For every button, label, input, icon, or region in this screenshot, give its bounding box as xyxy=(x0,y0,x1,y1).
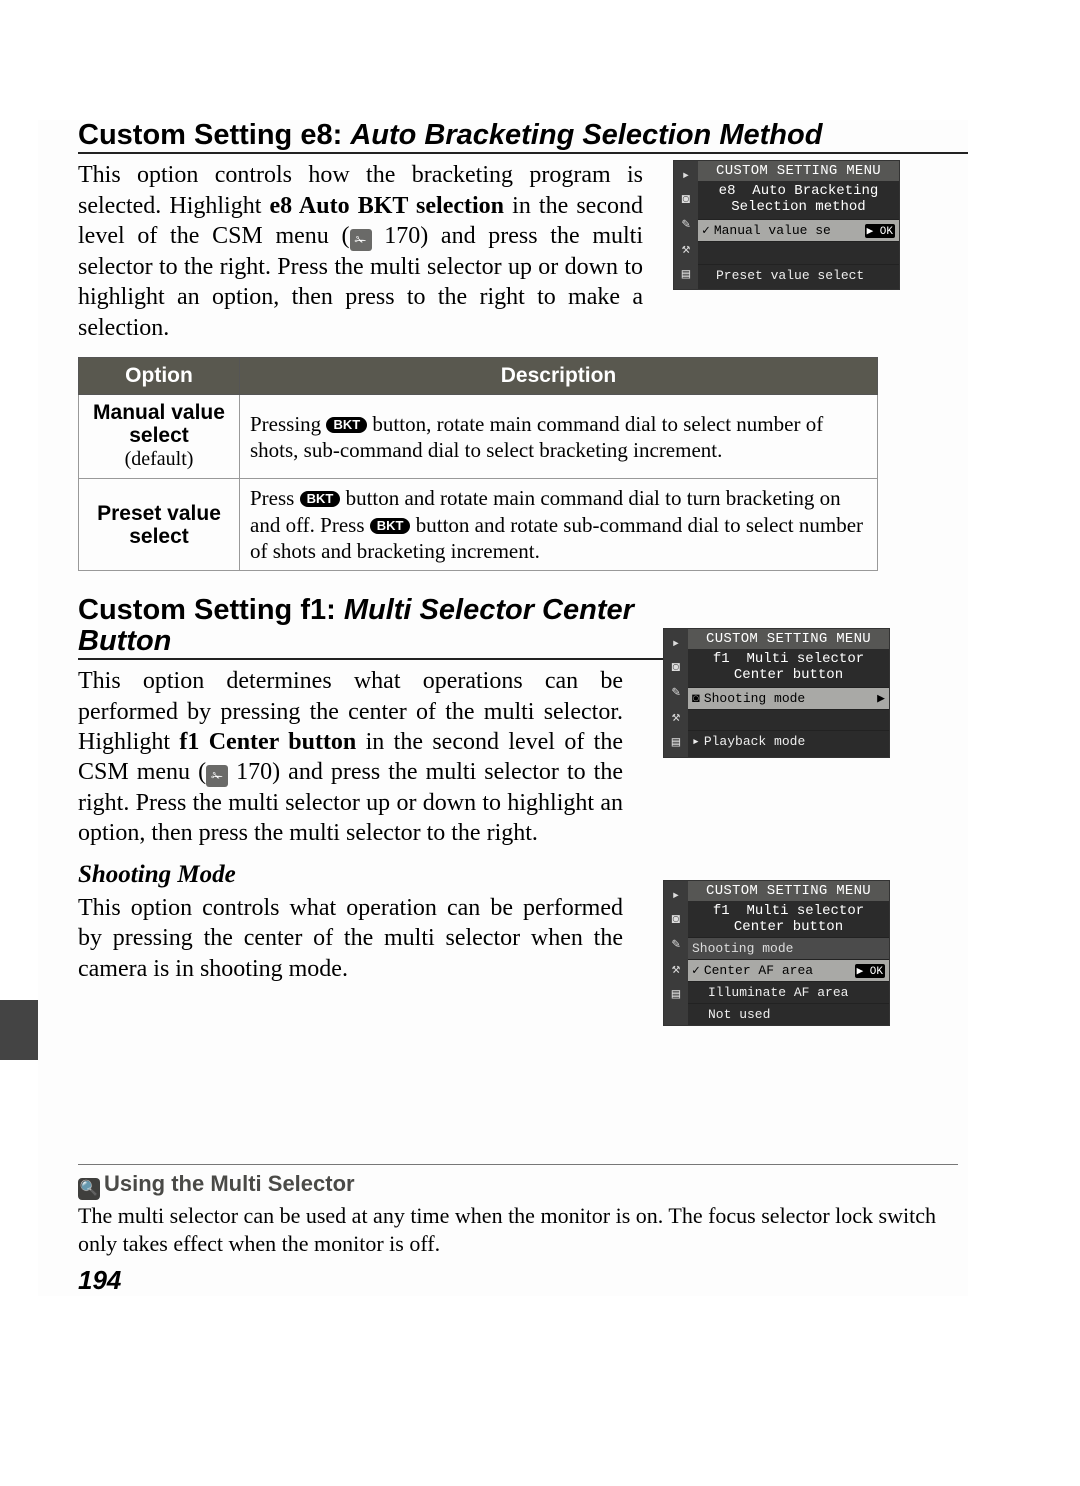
para-e8: This option controls how the bracketing … xyxy=(78,160,643,343)
tip-title-text: Using the Multi Selector xyxy=(104,1171,355,1196)
lcd-heading-num: f1 xyxy=(713,903,730,919)
side-color-block xyxy=(0,1000,38,1060)
pencil-icon: ✎ xyxy=(672,936,680,953)
para-f1-pageref: 170 xyxy=(236,759,272,785)
play-icon: ▸ xyxy=(672,887,680,904)
desc2-before: Press xyxy=(250,486,300,510)
lcd-row-selected: ◙ Shooting mode ▶ xyxy=(688,687,889,709)
pencil-icon: ✎ xyxy=(682,216,690,233)
page-ref-icon: ✁ xyxy=(206,765,228,787)
lcd-row1-text: Center AF area xyxy=(704,963,813,978)
camera-icon: ◙ xyxy=(672,660,680,676)
lcd-row2: Illuminate AF area xyxy=(688,981,889,1003)
lcd-row2: Preset value select xyxy=(698,264,899,286)
magnifier-icon: 🔍 xyxy=(78,1178,100,1200)
th-description: Description xyxy=(240,358,878,395)
heading-e8: Custom Setting e8: Auto Bracketing Selec… xyxy=(78,120,968,154)
lcd-heading-l1: Auto Bracketing xyxy=(752,183,878,199)
ok-badge: OK xyxy=(865,224,895,238)
lcd-row-spacer xyxy=(698,241,899,264)
ok-badge: OK xyxy=(855,964,885,978)
option-cell-1: Manual value select (default) xyxy=(79,395,240,479)
check-icon: ✓ xyxy=(692,963,700,978)
camera-icon: ◙ xyxy=(682,192,690,208)
lcd-screenshot-e8: ▸ ◙ ✎ ⚒ ▤ CUSTOM SETTING MENU e8 Auto Br… xyxy=(673,160,900,290)
lcd-row3: Not used xyxy=(688,1003,889,1025)
page-ref-icon: ✁ xyxy=(350,229,372,251)
heading-f1-prefix: Custom Setting f1: xyxy=(78,594,344,626)
lcd-sub-title: Shooting mode xyxy=(688,937,889,959)
page-number: 194 xyxy=(78,1265,958,1296)
camera-icon: ◙ xyxy=(672,912,680,928)
heading-f1: Custom Setting f1: Multi Selector Center… xyxy=(78,595,678,660)
lcd-screenshot-f1b: ▸ ◙ ✎ ⚒ ▤ CUSTOM SETTING MENU f1 Multi s… xyxy=(663,880,890,1026)
lcd-title: CUSTOM SETTING MENU xyxy=(688,629,889,649)
th-option: Option xyxy=(79,358,240,395)
wrench-icon: ⚒ xyxy=(682,241,690,258)
lcd-heading-l2: Selection method xyxy=(731,199,865,215)
camera-icon: ◙ xyxy=(692,691,700,706)
para-e8-pageref: 170 xyxy=(384,223,420,249)
lcd-row-selected: ✓ Manual value se OK xyxy=(698,219,899,241)
desc1-before: Pressing xyxy=(250,412,326,436)
heading-e8-italic: Auto Bracketing Selection Method xyxy=(350,119,822,151)
para-shooting-mode: This option controls what operation can … xyxy=(78,893,623,984)
option2-bold: Preset value select xyxy=(89,502,229,548)
para-f1: This option determines what operations c… xyxy=(78,666,623,849)
option1-bold: Manual value select xyxy=(89,401,229,447)
tip-title: 🔍Using the Multi Selector xyxy=(78,1164,958,1200)
lcd-heading: f1 Multi selector Center button xyxy=(688,901,889,937)
lcd-row1-text: Shooting mode xyxy=(704,691,805,706)
option1-def: (default) xyxy=(89,447,229,472)
pencil-icon: ✎ xyxy=(672,684,680,701)
desc-cell-2: Press BKT button and rotate main command… xyxy=(240,479,878,571)
lcd-heading-l2: Center button xyxy=(734,667,843,683)
lcd-icon-strip: ▸ ◙ ✎ ⚒ ▤ xyxy=(664,629,688,757)
lcd-heading-num: f1 xyxy=(713,651,730,667)
card-icon: ▤ xyxy=(682,266,690,283)
lcd-row1-text: Manual value se xyxy=(714,223,831,238)
wrench-icon: ⚒ xyxy=(672,709,680,726)
lcd-heading-l1: Multi selector xyxy=(747,903,865,919)
lcd-heading-l1: Multi selector xyxy=(747,651,865,667)
lcd-title: CUSTOM SETTING MENU xyxy=(688,881,889,901)
lcd-row2-text: Playback mode xyxy=(704,734,805,749)
card-icon: ▤ xyxy=(672,986,680,1003)
check-icon: ✓ xyxy=(702,223,710,238)
card-icon: ▤ xyxy=(672,734,680,751)
lcd-row3-text: Not used xyxy=(708,1007,770,1022)
lcd-title: CUSTOM SETTING MENU xyxy=(698,161,899,181)
desc-cell-1: Pressing BKT button, rotate main command… xyxy=(240,395,878,479)
bkt-icon: BKT xyxy=(370,518,411,534)
lcd-heading-l2: Center button xyxy=(734,919,843,935)
table-row: Preset value select Press BKT button and… xyxy=(79,479,878,571)
lcd-row2-text: Preset value select xyxy=(716,268,864,283)
lcd-icon-strip: ▸ ◙ ✎ ⚒ ▤ xyxy=(664,881,688,1025)
lcd-row2-text: Illuminate AF area xyxy=(708,985,848,1000)
play-icon: ▸ xyxy=(682,167,690,184)
option-cell-2: Preset value select xyxy=(79,479,240,571)
lcd-sub-text: Shooting mode xyxy=(692,941,793,956)
lcd-heading-num: e8 xyxy=(719,183,736,199)
lcd-row-selected: ✓ Center AF area OK xyxy=(688,959,889,981)
play-icon: ▸ xyxy=(692,734,700,749)
lcd-row2: ▸ Playback mode xyxy=(688,730,889,752)
lcd-screenshot-f1: ▸ ◙ ✎ ⚒ ▤ CUSTOM SETTING MENU f1 Multi s… xyxy=(663,628,890,758)
lcd-heading: f1 Multi selector Center button xyxy=(688,649,889,687)
wrench-icon: ⚒ xyxy=(672,961,680,978)
tip-box: 🔍Using the Multi Selector The multi sele… xyxy=(78,1164,958,1296)
options-table: Option Description Manual value select (… xyxy=(78,357,878,571)
lcd-row-spacer xyxy=(688,709,889,730)
arrow-icon: ▶ xyxy=(877,691,885,706)
lcd-icon-strip: ▸ ◙ ✎ ⚒ ▤ xyxy=(674,161,698,289)
bkt-icon: BKT xyxy=(300,491,341,507)
bkt-icon: BKT xyxy=(326,417,367,433)
play-icon: ▸ xyxy=(672,635,680,652)
table-row: Manual value select (default) Pressing B… xyxy=(79,395,878,479)
lcd-heading: e8 Auto Bracketing Selection method xyxy=(698,181,899,219)
para-e8-bold: e8 Auto BKT selection xyxy=(270,193,505,219)
heading-e8-prefix: Custom Setting e8: xyxy=(78,119,350,151)
tip-body: The multi selector can be used at any ti… xyxy=(78,1202,958,1257)
para-f1-bold: f1 Center button xyxy=(179,729,356,755)
